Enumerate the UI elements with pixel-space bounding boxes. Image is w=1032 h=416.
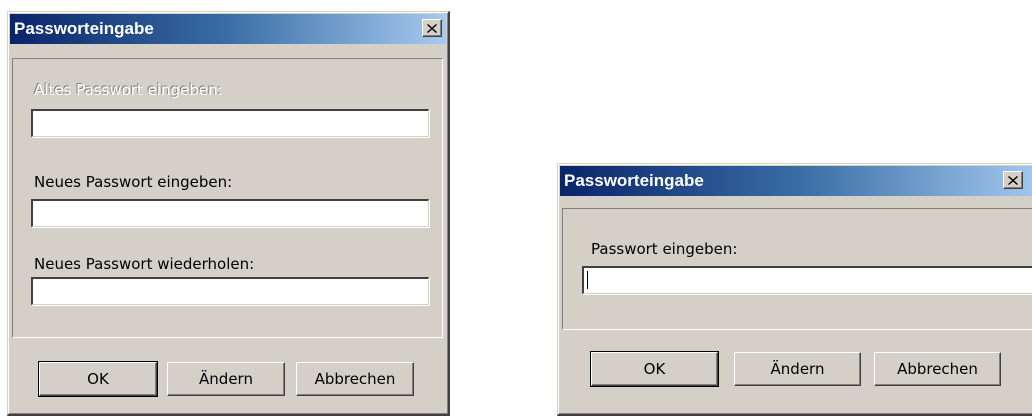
dialog-title: Passworteingabe (14, 19, 154, 38)
ok-button[interactable]: OK (590, 351, 719, 387)
cancel-button[interactable]: Abbrechen (296, 362, 414, 396)
dialog-title: Passworteingabe (564, 171, 704, 190)
password-input[interactable] (582, 266, 1032, 294)
change-password-dialog: Passworteingabe Altes Passwort eingeben:… (7, 11, 450, 416)
title-bar[interactable]: Passworteingabe (10, 14, 446, 44)
password-label: Passwort eingeben: (591, 240, 738, 258)
repeat-password-input[interactable] (31, 277, 429, 305)
close-x-icon (1008, 175, 1018, 185)
cancel-button[interactable]: Abbrechen (874, 352, 1001, 386)
close-button[interactable] (422, 19, 442, 37)
new-password-label: Neues Passwort eingeben: (34, 173, 233, 191)
title-bar[interactable]: Passworteingabe (560, 166, 1032, 196)
repeat-password-label: Neues Passwort wiederholen: (34, 255, 255, 273)
change-button[interactable]: Ändern (734, 352, 861, 386)
change-button[interactable]: Ändern (167, 362, 285, 396)
new-password-input[interactable] (31, 199, 429, 227)
old-password-input[interactable] (31, 109, 429, 137)
enter-password-dialog: Passworteingabe Passwort eingeben: OK Än… (557, 163, 1032, 416)
close-x-icon (427, 23, 437, 33)
ok-button[interactable]: OK (38, 361, 158, 397)
close-button[interactable] (1003, 171, 1023, 189)
old-password-label: Altes Passwort eingeben: (34, 81, 223, 99)
text-caret (587, 271, 588, 289)
